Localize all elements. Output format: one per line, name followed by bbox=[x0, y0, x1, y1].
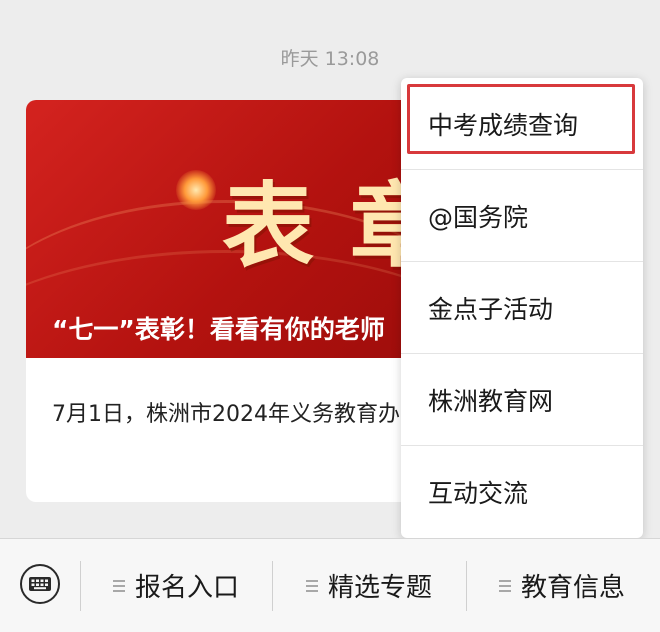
tab-education-info[interactable]: 教育信息 bbox=[467, 539, 657, 632]
menu-item-label: 株洲教育网 bbox=[428, 386, 554, 416]
menu-lines-icon bbox=[305, 577, 318, 595]
banner-glow bbox=[176, 170, 216, 210]
menu-item-golden-idea[interactable]: 金点子活动 bbox=[401, 262, 643, 354]
chat-timestamp: 昨天 13:08 bbox=[280, 48, 380, 70]
menu-item-label: 中考成绩查询 bbox=[428, 110, 579, 140]
tab-label: 教育信息 bbox=[520, 573, 625, 603]
tab-label: 精选专题 bbox=[327, 573, 432, 603]
menu-item-label: @国务院 bbox=[428, 202, 529, 232]
menu-item-state-council[interactable]: @国务院 bbox=[401, 170, 643, 262]
popup-menu: 中考成绩查询 @国务院 金点子活动 株洲教育网 互动交流 bbox=[401, 78, 643, 538]
menu-item-interaction[interactable]: 互动交流 bbox=[401, 446, 643, 538]
tab-registration[interactable]: 报名入口 bbox=[81, 539, 271, 632]
menu-item-label: 金点子活动 bbox=[428, 294, 554, 324]
bottom-menu-bar: 报名入口 精选专题 教育信息 bbox=[0, 538, 660, 632]
keyboard-icon[interactable] bbox=[20, 564, 60, 604]
menu-item-exam-score[interactable]: 中考成绩查询 bbox=[401, 78, 643, 170]
menu-lines-icon bbox=[112, 577, 125, 595]
tab-label: 报名入口 bbox=[134, 573, 239, 603]
tab-featured-topics[interactable]: 精选专题 bbox=[273, 539, 465, 632]
menu-item-education-web[interactable]: 株洲教育网 bbox=[401, 354, 643, 446]
menu-lines-icon bbox=[498, 577, 511, 595]
article-title: “七一”表彰！看看有你的老师 bbox=[52, 315, 385, 344]
menu-item-label: 互动交流 bbox=[428, 479, 529, 508]
